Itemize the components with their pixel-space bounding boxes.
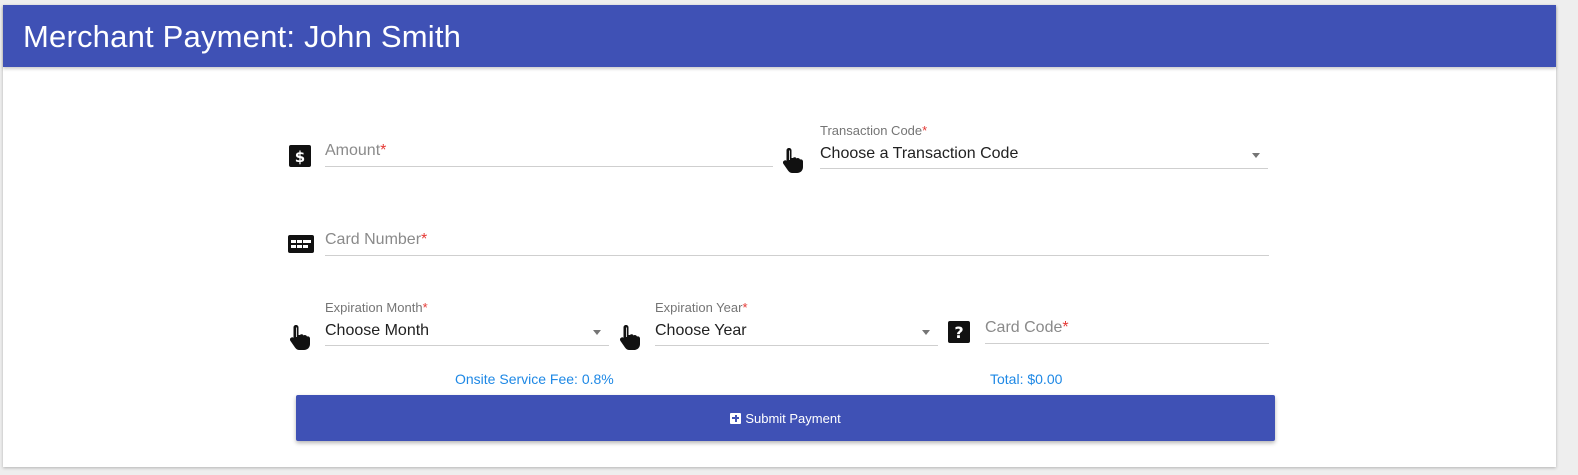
card-code-field[interactable]: Card Code* [985,310,1269,344]
question-mark-icon: ? [946,319,972,345]
pointer-hand-icon [287,323,313,350]
card-code-required-mark: * [1062,319,1069,336]
plus-square-icon [730,412,742,424]
expiration-year-select[interactable]: Expiration Year* Choose Year [655,300,938,346]
pointer-hand-icon [617,323,643,350]
chevron-down-icon [1252,153,1260,158]
submit-payment-button[interactable]: Submit Payment [296,395,1275,441]
header-toolbar: Merchant Payment: John Smith [3,5,1556,67]
payment-card: Merchant Payment: John Smith $ Amount* T… [3,5,1556,467]
svg-text:?: ? [954,323,963,342]
expiration-year-value: Choose Year [655,322,747,339]
expiration-month-underline [325,345,609,346]
card-code-placeholder: Card Code [985,319,1063,336]
expiration-month-label: Expiration Month [325,300,423,315]
amount-field[interactable]: Amount* [325,133,773,167]
page-title: Merchant Payment: John Smith [23,19,462,54]
credit-card-icon [287,231,314,257]
transaction-code-required-mark: * [922,123,928,138]
card-number-underline [325,255,1269,256]
chevron-down-icon [593,330,601,335]
card-code-underline [985,343,1269,344]
card-number-required-mark: * [421,231,428,248]
expiration-month-select[interactable]: Expiration Month* Choose Month [325,300,609,346]
chevron-down-icon [922,330,930,335]
card-number-placeholder: Card Number [325,231,422,248]
svg-text:$: $ [295,148,305,166]
amount-required-mark: * [380,142,387,159]
card-number-field[interactable]: Card Number* [325,222,1269,256]
transaction-code-select[interactable]: Transaction Code* Choose a Transaction C… [820,123,1268,169]
expiration-month-value: Choose Month [325,322,430,339]
dollar-sign-icon: $ [287,143,313,169]
amount-underline [325,166,773,167]
transaction-code-underline [820,168,1268,169]
transaction-code-value: Choose a Transaction Code [820,145,1019,162]
total-text: Total: $0.00 [990,371,1063,387]
transaction-code-label: Transaction Code [820,123,923,138]
expiration-month-required-mark: * [422,300,428,315]
pointer-hand-icon [780,146,806,173]
expiration-year-underline [655,345,938,346]
expiration-year-label: Expiration Year [655,300,743,315]
submit-payment-label: Submit Payment [745,410,841,426]
amount-placeholder: Amount [325,142,381,159]
expiration-year-required-mark: * [742,300,748,315]
service-fee-text: Onsite Service Fee: 0.8% [455,371,614,387]
